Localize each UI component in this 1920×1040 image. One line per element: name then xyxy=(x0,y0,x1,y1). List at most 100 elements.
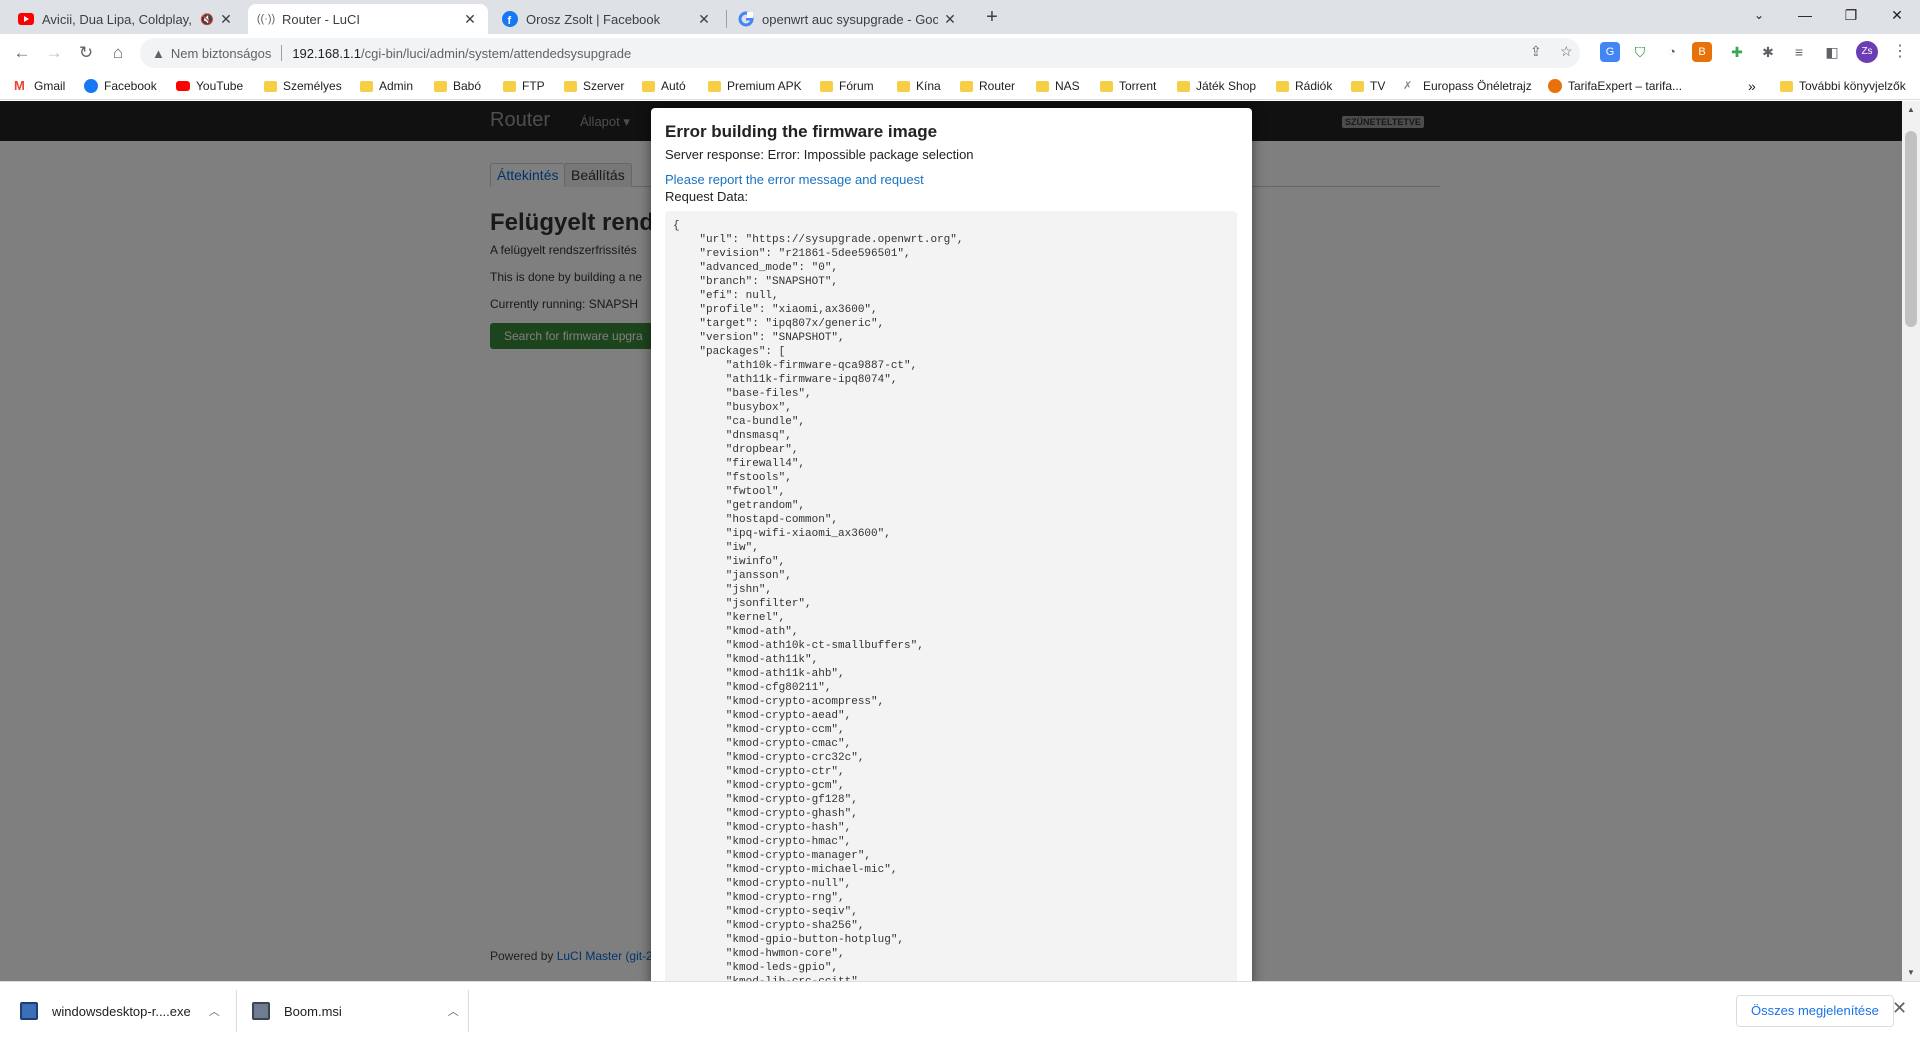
bookmark-folder-ftp[interactable]: FTP xyxy=(503,77,545,95)
forward-arrow-icon[interactable]: → xyxy=(40,39,68,67)
bookmark-label: Babó xyxy=(453,79,482,93)
avatar[interactable]: Zs xyxy=(1856,41,1878,63)
home-icon[interactable]: ⌂ xyxy=(104,39,132,67)
scroll-thumb[interactable] xyxy=(1905,131,1917,327)
bookmark-label: Fórum xyxy=(839,79,874,93)
tarifaexpert-icon xyxy=(1548,79,1562,93)
share-icon[interactable]: ⇪ xyxy=(1530,43,1542,60)
bookmark-folder-tv[interactable]: TV xyxy=(1351,77,1385,95)
bookmark-folder-premium-apk[interactable]: Premium APK xyxy=(708,77,802,95)
speedometer-extension-icon[interactable]: ◔ xyxy=(1662,42,1682,62)
bookmark-label: Facebook xyxy=(104,79,157,93)
download-filename: windowsdesktop-r....exe xyxy=(52,1003,191,1019)
media-queue-icon[interactable]: ≡ xyxy=(1789,42,1809,62)
svg-text:f: f xyxy=(508,15,512,27)
bookmark-folder-babo[interactable]: Babó xyxy=(434,77,481,95)
speaker-muted-icon[interactable]: 🔇 xyxy=(200,13,214,26)
url-path: /cgi-bin/luci/admin/system/attendedsysup… xyxy=(361,45,632,61)
folder-icon xyxy=(1036,80,1049,92)
bookmarks-overflow-chevron[interactable]: » xyxy=(1748,77,1756,95)
close-icon[interactable]: ✕ xyxy=(942,11,958,27)
tab-strip: Avicii, Dua Lipa, Coldplay, Ma 🔇 ✕ ((·))… xyxy=(0,0,1920,34)
folder-icon xyxy=(434,80,447,92)
bookmark-label: YouTube xyxy=(196,79,244,93)
server-response: Server response: Error: Impossible packa… xyxy=(665,147,974,162)
tab-router-luci[interactable]: ((·)) Router - LuCI ✕ xyxy=(248,4,488,34)
scroll-up-arrow-icon[interactable]: ▲ xyxy=(1902,101,1920,118)
omnibox-divider xyxy=(281,45,283,61)
bookmark-label: Premium APK xyxy=(727,79,802,93)
bookmark-europass[interactable]: ✗ Europass Önéletrajz xyxy=(1403,77,1532,95)
close-icon[interactable]: ✕ xyxy=(1892,998,1907,1019)
bookmark-youtube[interactable]: YouTube xyxy=(176,77,243,95)
close-icon[interactable]: ✕ xyxy=(218,11,234,27)
bookmark-folder-auto[interactable]: Autó xyxy=(642,77,686,95)
bookmark-star-icon[interactable]: ☆ xyxy=(1560,43,1573,60)
bookmark-folder-admin[interactable]: Admin xyxy=(360,77,413,95)
side-panel-icon[interactable]: ◧ xyxy=(1822,42,1842,62)
error-modal: Error building the firmware image Server… xyxy=(651,108,1252,981)
close-icon[interactable]: ✕ xyxy=(696,11,712,27)
minimize-button[interactable]: — xyxy=(1782,0,1828,30)
restore-button[interactable]: ❐ xyxy=(1828,0,1874,30)
bookmark-tarifaexpert[interactable]: TarifaExpert – tarifa... xyxy=(1548,77,1682,95)
youtube-icon xyxy=(18,11,34,27)
show-all-downloads-button[interactable]: Összes megjelenítése xyxy=(1736,995,1894,1027)
tab-facebook[interactable]: f Orosz Zsolt | Facebook ✕ xyxy=(492,4,722,34)
folder-icon xyxy=(564,80,577,92)
facebook-icon: f xyxy=(502,11,518,27)
back-arrow-icon[interactable]: ← xyxy=(8,39,36,67)
modal-title: Error building the firmware image xyxy=(665,122,938,141)
translate-extension-icon[interactable]: G xyxy=(1600,42,1620,62)
bookmark-label: FTP xyxy=(522,79,545,93)
bookmark-other-folder[interactable]: További könyvjelzők xyxy=(1780,77,1906,95)
bookmarks-bar: M Gmail Facebook YouTube Személyes Admin… xyxy=(0,72,1920,100)
tab-search-chevron-icon[interactable]: ⌄ xyxy=(1736,0,1782,30)
folder-icon xyxy=(820,80,833,92)
address-bar[interactable]: ▲ Nem biztonságos 192.168.1.1 /cgi-bin/l… xyxy=(140,38,1580,68)
bookmark-folder-jatek-shop[interactable]: Játék Shop xyxy=(1177,77,1256,95)
bookmark-label: Torrent xyxy=(1119,79,1157,93)
bookmark-folder-torrent[interactable]: Torrent xyxy=(1100,77,1156,95)
security-label[interactable]: Nem biztonságos xyxy=(171,46,271,61)
close-icon[interactable]: ✕ xyxy=(462,11,478,27)
window-close-button[interactable]: ✕ xyxy=(1874,0,1920,30)
folder-icon xyxy=(1177,80,1190,92)
shield-extension-icon[interactable]: ⛉ xyxy=(1630,42,1650,62)
warning-triangle-icon[interactable]: ▲ xyxy=(152,46,165,61)
chevron-up-icon[interactable]: ︿ xyxy=(448,1003,459,1019)
bookmark-folder-router[interactable]: Router xyxy=(960,77,1015,95)
page-scrollbar[interactable]: ▲ ▼ xyxy=(1902,101,1920,981)
download-item[interactable]: windowsdesktop-r....exe ︿ xyxy=(20,982,220,1040)
extensions-puzzle-icon[interactable]: ✱ xyxy=(1758,42,1778,62)
bookmark-folder-szerver[interactable]: Szerver xyxy=(564,77,624,95)
folder-icon xyxy=(264,80,277,92)
download-separator xyxy=(468,990,469,1032)
bookmark-label: Gmail xyxy=(34,79,66,93)
page-content: Router Állapot ▾ SZÜNETELTETVE Áttekinté… xyxy=(0,101,1902,981)
bookmark-folder-forum[interactable]: Fórum xyxy=(820,77,874,95)
tab-youtube[interactable]: Avicii, Dua Lipa, Coldplay, Ma 🔇 ✕ xyxy=(8,4,244,34)
report-error-link[interactable]: Please report the error message and requ… xyxy=(665,172,924,187)
bookmark-facebook[interactable]: Facebook xyxy=(84,77,157,95)
b-extension-icon[interactable]: B xyxy=(1692,42,1712,62)
gmail-icon: M xyxy=(14,78,25,93)
puzzle-green-extension-icon[interactable]: ✚ xyxy=(1727,42,1747,62)
bookmark-folder-nas[interactable]: NAS xyxy=(1036,77,1080,95)
browser-toolbar: ← → ↻ ⌂ ▲ Nem biztonságos 192.168.1.1 /c… xyxy=(0,34,1920,72)
tab-title: Router - LuCI xyxy=(282,11,361,27)
bookmark-label: Europass Önéletrajz xyxy=(1423,79,1532,93)
bookmark-folder-szemelyes[interactable]: Személyes xyxy=(264,77,342,95)
chevron-up-icon[interactable]: ︿ xyxy=(209,1003,220,1019)
bookmark-label: TV xyxy=(1370,79,1386,93)
tab-google-search[interactable]: openwrt auc sysupgrade - Googl ✕ xyxy=(728,4,968,34)
bookmark-folder-kina[interactable]: Kína xyxy=(897,77,941,95)
bookmark-gmail[interactable]: M Gmail xyxy=(14,77,65,95)
reload-icon[interactable]: ↻ xyxy=(72,39,100,67)
bookmark-folder-radiok[interactable]: Rádiók xyxy=(1276,77,1332,95)
tab-title: Orosz Zsolt | Facebook xyxy=(526,11,661,27)
new-tab-button[interactable]: + xyxy=(978,6,1006,30)
kebab-menu-icon[interactable]: ⋮ xyxy=(1892,41,1908,61)
download-item[interactable]: Boom.msi ︿ xyxy=(252,982,459,1040)
scroll-down-arrow-icon[interactable]: ▼ xyxy=(1902,964,1920,981)
